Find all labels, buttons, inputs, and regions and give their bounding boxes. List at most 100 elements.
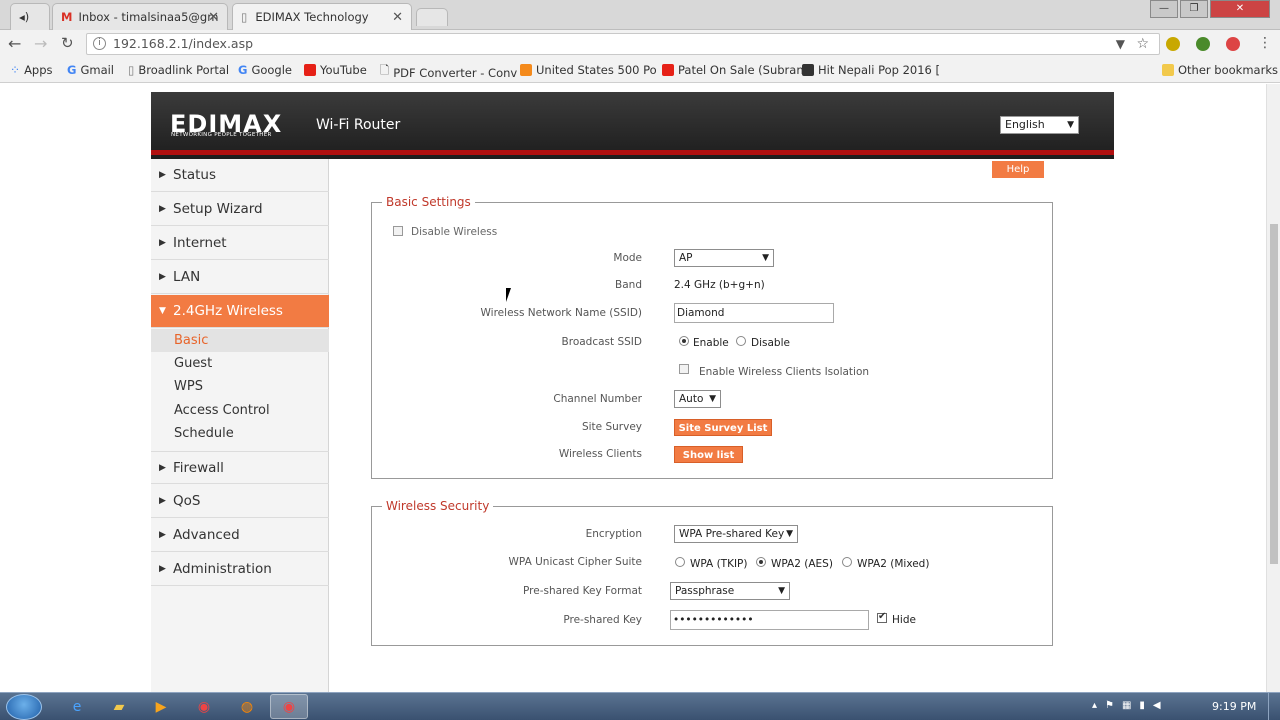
sidebar-item-lan[interactable]: ▶ LAN bbox=[151, 261, 329, 294]
dropdown-arrow-icon: ▼ bbox=[709, 394, 716, 404]
pre-shared-key-label: Pre-shared Key bbox=[563, 614, 642, 626]
sidebar-item-firewall[interactable]: ▶ Firewall bbox=[151, 451, 329, 484]
isolation-label: Enable Wireless Clients Isolation bbox=[699, 366, 870, 378]
channel-select[interactable]: Auto ▼ bbox=[674, 390, 721, 408]
tab-edimax[interactable]: ▯ EDIMAX Technology ✕ bbox=[232, 3, 412, 30]
channel-value: Auto bbox=[679, 393, 704, 405]
bookmark-patel[interactable]: Patel On Sale (Subran bbox=[662, 63, 804, 77]
tab-gmail-inbox[interactable]: M Inbox - timalsinaa5@gm ✕ bbox=[52, 3, 228, 30]
bookmark-label: Patel On Sale (Subran bbox=[678, 63, 804, 77]
other-bookmarks[interactable]: Other bookmarks bbox=[1162, 63, 1278, 77]
bookmark-us500[interactable]: United States 500 Po bbox=[520, 63, 657, 77]
info-icon: i bbox=[93, 37, 106, 50]
hide-key-label: Hide bbox=[892, 614, 916, 626]
bookmark-youtube[interactable]: YouTube bbox=[304, 63, 367, 77]
sidebar-subitem-wps[interactable]: WPS bbox=[151, 375, 329, 398]
cipher-aes-radio[interactable] bbox=[756, 557, 766, 567]
media-player-icon[interactable]: ▶ bbox=[142, 694, 180, 719]
ie-icon[interactable]: e bbox=[58, 694, 96, 719]
cipher-aes-label: WPA2 (AES) bbox=[771, 558, 833, 570]
chrome-active-icon[interactable]: ◉ bbox=[270, 694, 308, 719]
mouse-cursor-icon bbox=[506, 288, 511, 302]
tray-icons: ▴⚑▦▮◀ bbox=[1092, 700, 1169, 711]
hide-key-checkbox[interactable] bbox=[877, 611, 887, 623]
back-icon[interactable]: ← bbox=[8, 34, 21, 53]
tab-back-arrows[interactable]: ◂) bbox=[10, 3, 50, 30]
broadcast-disable-label: Disable bbox=[751, 337, 790, 349]
menu-icon[interactable]: ⋮ bbox=[1258, 35, 1272, 51]
sidebar-item-status[interactable]: ▶ Status bbox=[151, 159, 329, 192]
scroll-thumb[interactable] bbox=[1270, 224, 1278, 564]
isolation-checkbox[interactable] bbox=[679, 364, 689, 374]
pin-icon[interactable]: ▼ bbox=[1116, 34, 1125, 54]
sidebar-item-label: LAN bbox=[173, 269, 201, 285]
sidebar-item-wireless[interactable]: ▼ 2.4GHz Wireless bbox=[151, 295, 329, 328]
music-icon bbox=[802, 64, 814, 76]
cipher-label: WPA Unicast Cipher Suite bbox=[508, 556, 642, 568]
router-page: EDIMAX NETWORKING PEOPLE TOGETHER Wi-Fi … bbox=[0, 84, 1266, 692]
bookmark-pdf[interactable]: 🗋 PDF Converter - Conv bbox=[380, 63, 517, 82]
chrome-icon[interactable]: ◉ bbox=[185, 694, 223, 719]
start-button[interactable] bbox=[6, 694, 42, 720]
dropdown-arrow-icon: ▼ bbox=[1067, 120, 1074, 130]
broadcast-disable-radio[interactable] bbox=[736, 336, 746, 346]
bookmark-broadlink[interactable]: ▯ Broadlink Portal bbox=[128, 63, 229, 77]
disable-wireless-checkbox[interactable] bbox=[393, 226, 403, 236]
minimize-button[interactable]: — bbox=[1150, 0, 1178, 18]
cipher-mixed-radio[interactable] bbox=[842, 557, 852, 567]
bookmark-google[interactable]: G Google bbox=[238, 63, 292, 77]
site-survey-label: Site Survey bbox=[581, 421, 642, 433]
url-input[interactable]: i 192.168.2.1/index.asp ▼ ☆ bbox=[86, 33, 1160, 55]
folder-icon bbox=[1162, 64, 1174, 76]
encryption-select[interactable]: WPA Pre-shared Key ▼ bbox=[674, 525, 798, 543]
bookmark-icon bbox=[520, 64, 532, 76]
reload-icon[interactable]: ↻ bbox=[61, 34, 74, 52]
cipher-tkip-radio[interactable] bbox=[675, 557, 685, 567]
sidebar-item-qos[interactable]: ▶ QoS bbox=[151, 485, 329, 518]
close-icon[interactable]: ✕ bbox=[392, 10, 403, 25]
sidebar-item-label: Internet bbox=[173, 235, 227, 251]
sidebar-subitem-access-control[interactable]: Access Control bbox=[151, 399, 329, 422]
help-button[interactable]: Help bbox=[992, 161, 1044, 178]
pdf-icon: 🗋 bbox=[380, 63, 390, 77]
mode-select[interactable]: AP ▼ bbox=[674, 249, 774, 267]
star-icon[interactable]: ☆ bbox=[1136, 34, 1149, 54]
close-icon[interactable]: ✕ bbox=[208, 10, 219, 25]
sidebar-subitem-guest[interactable]: Guest bbox=[151, 352, 329, 375]
key-format-select[interactable]: Passphrase ▼ bbox=[670, 582, 790, 600]
pre-shared-key-input[interactable]: ••••••••••••• bbox=[670, 610, 869, 630]
page-scrollbar[interactable] bbox=[1266, 84, 1280, 692]
extension-icon[interactable] bbox=[1166, 37, 1180, 51]
show-desktop-button[interactable] bbox=[1268, 693, 1280, 720]
bookmark-label: Other bookmarks bbox=[1178, 63, 1278, 77]
ssid-input[interactable]: Diamond bbox=[674, 303, 834, 323]
restore-button[interactable]: ❐ bbox=[1180, 0, 1208, 18]
sidebar-item-internet[interactable]: ▶ Internet bbox=[151, 227, 329, 260]
header-red-stripe bbox=[151, 150, 1114, 155]
close-window-button[interactable]: ✕ bbox=[1210, 0, 1270, 18]
bookmark-apps[interactable]: ⁘ Apps bbox=[10, 63, 53, 77]
extension-icon[interactable] bbox=[1196, 37, 1210, 51]
extension-icon[interactable] bbox=[1226, 37, 1240, 51]
show-list-button[interactable]: Show list bbox=[674, 446, 743, 463]
bookmark-gmail[interactable]: G Gmail bbox=[67, 63, 114, 77]
page-icon: ▯ bbox=[128, 63, 135, 77]
site-survey-button[interactable]: Site Survey List bbox=[674, 419, 772, 436]
new-tab-button[interactable] bbox=[416, 8, 448, 26]
bookmarks-bar: ⁘ Apps G Gmail ▯ Broadlink Portal G Google Y… bbox=[0, 58, 1280, 83]
sidebar-item-administration[interactable]: ▶ Administration bbox=[151, 553, 329, 586]
bookmark-label: Apps bbox=[24, 63, 53, 77]
firefox-icon[interactable]: ◍ bbox=[228, 694, 266, 719]
forward-icon[interactable]: → bbox=[34, 34, 47, 53]
explorer-icon[interactable]: ▰ bbox=[100, 694, 138, 719]
bookmark-nepali-pop[interactable]: Hit Nepali Pop 2016 [ bbox=[802, 63, 940, 77]
triangle-right-icon: ▶ bbox=[159, 272, 166, 282]
sidebar-subitem-schedule[interactable]: Schedule bbox=[151, 422, 329, 445]
language-select[interactable]: English ▼ bbox=[1000, 116, 1079, 134]
sidebar-item-setup-wizard[interactable]: ▶ Setup Wizard bbox=[151, 193, 329, 226]
sidebar-item-advanced[interactable]: ▶ Advanced bbox=[151, 519, 329, 552]
broadcast-enable-radio[interactable] bbox=[679, 336, 689, 346]
clock: 9:19 PM bbox=[1212, 700, 1257, 713]
sidebar-subitem-basic[interactable]: Basic bbox=[151, 329, 329, 352]
sidebar-item-label: Administration bbox=[173, 561, 272, 577]
